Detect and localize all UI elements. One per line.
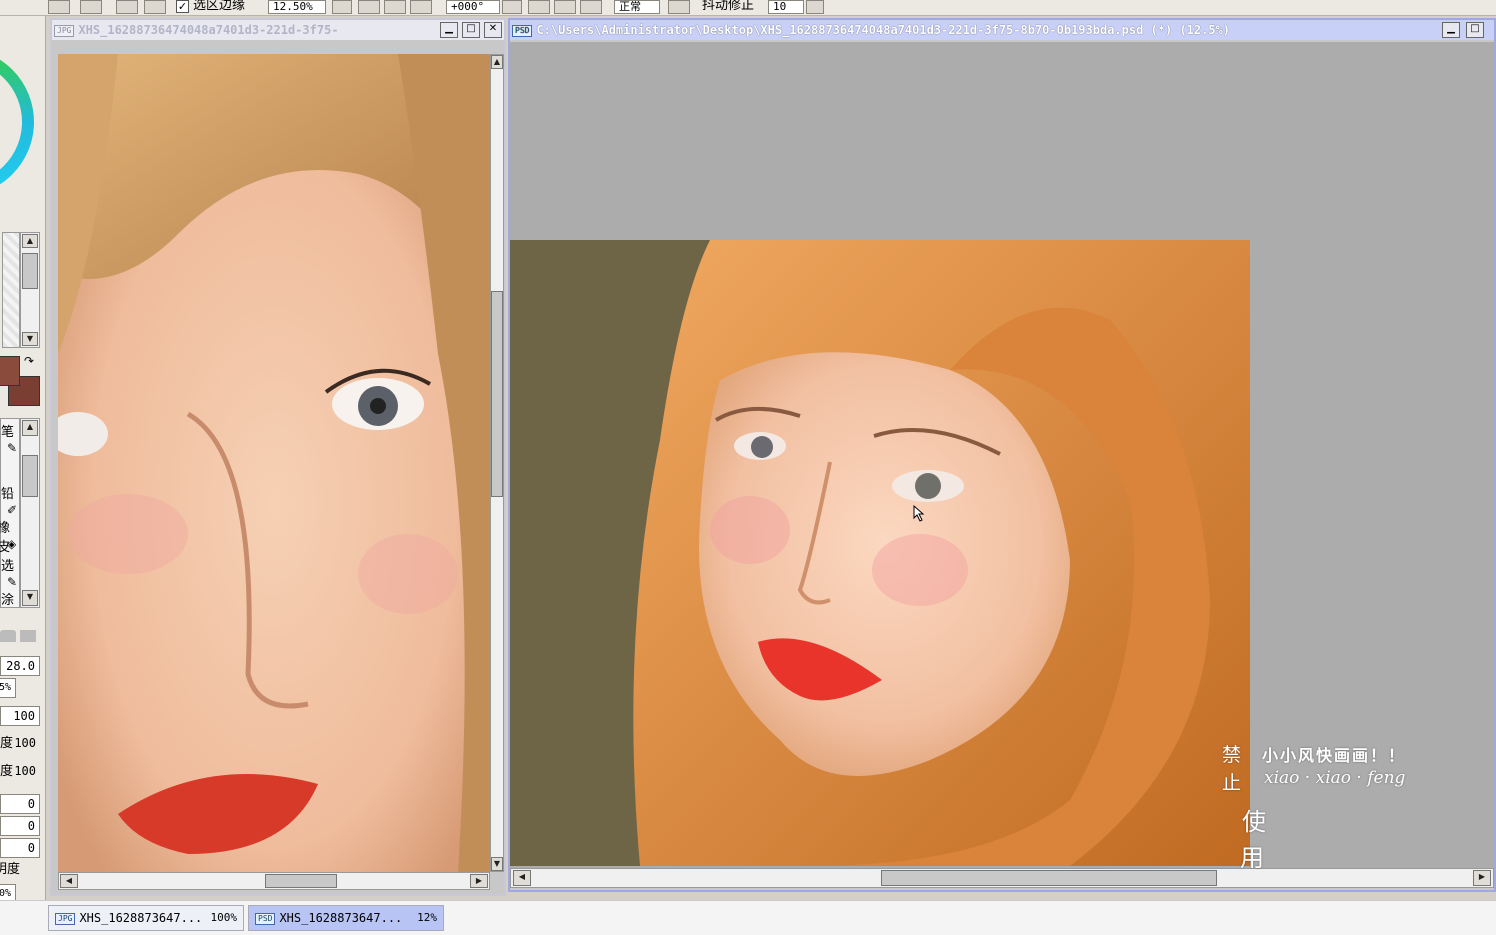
- jpg-badge: JPG: [54, 24, 75, 37]
- zoom-field[interactable]: 12.50%: [268, 0, 326, 14]
- mouse-cursor-icon: [913, 504, 925, 522]
- watermark-line-1: 小小风快画画！！: [1262, 746, 1407, 765]
- param-field-b[interactable]: 100: [10, 734, 40, 754]
- watermark-line-2: xiao · xiao · feng: [1264, 768, 1406, 788]
- rotation-dropdown-icon[interactable]: [502, 0, 522, 14]
- rotate-reset-button[interactable]: [580, 0, 602, 14]
- tool-list: 笔 铅 橡皮 选 涂 ✎ ✐ ◈ ✎: [0, 418, 20, 608]
- blur-icon[interactable]: ✎: [7, 575, 17, 589]
- document-window-reference: JPG XHS_16288736474048a7401d3-221d-3f75- …: [50, 18, 506, 896]
- watermark-char-4: 用: [1240, 844, 1264, 872]
- maximize-button[interactable]: □: [1466, 22, 1484, 38]
- zoom-in-button[interactable]: [384, 0, 406, 14]
- watermark-char-2: 止: [1222, 772, 1242, 794]
- value-field-a[interactable]: 0: [0, 794, 40, 814]
- invert-selection-button[interactable]: [144, 0, 166, 14]
- density-label: 明度: [0, 862, 21, 877]
- scroll-thumb[interactable]: [22, 455, 38, 497]
- rotate-left-button[interactable]: [528, 0, 550, 14]
- min-size-field[interactable]: 5%: [0, 678, 16, 698]
- window-titlebar[interactable]: PSD C:\Users\Administrator\Desktop\XHS_16…: [510, 20, 1494, 40]
- tool-label-1[interactable]: 铅: [1, 483, 14, 502]
- top-toolbar: ✓ 选区边缘 12.50% +000° 正常 抖动修正 10: [0, 0, 1496, 16]
- minimize-button[interactable]: ▁: [440, 22, 458, 38]
- scroll-left-icon[interactable]: ◀: [60, 874, 78, 888]
- flip-button[interactable]: [668, 0, 690, 14]
- tool-label-4[interactable]: 涂: [1, 589, 14, 608]
- tool-label-3[interactable]: 选: [1, 555, 14, 574]
- doc-tab-jpg[interactable]: JPG XHS_1628873647... 100%: [48, 905, 244, 931]
- pen-icon[interactable]: ✎: [7, 441, 17, 455]
- document-tabs-bar: JPG XHS_1628873647... 100% PSD XHS_1628873…: [0, 900, 1496, 935]
- swap-colors-icon[interactable]: ↷: [24, 354, 34, 368]
- scroll-thumb[interactable]: [491, 291, 503, 497]
- scroll-up-icon[interactable]: ▲: [22, 420, 38, 436]
- scroll-up-icon[interactable]: ▲: [22, 234, 38, 248]
- close-button[interactable]: ✕: [484, 22, 502, 38]
- rotate-right-button[interactable]: [554, 0, 576, 14]
- zoom-out-button[interactable]: [358, 0, 380, 14]
- rotation-field[interactable]: +000°: [446, 0, 500, 14]
- stabilizer-dropdown-icon[interactable]: [806, 0, 824, 14]
- window-title: XHS_16288736474048a7401d3-221d-3f75-: [78, 23, 339, 37]
- zoom-dropdown-icon[interactable]: [332, 0, 352, 14]
- psd-badge: PSD: [255, 912, 276, 925]
- scroll-down-icon[interactable]: ▼: [491, 857, 503, 871]
- doc-tab-name: XHS_1628873647...: [279, 911, 403, 925]
- density-field[interactable]: 100: [0, 706, 40, 726]
- redo-button[interactable]: [80, 0, 102, 14]
- swatch-area[interactable]: [2, 232, 20, 348]
- watermark-char-1: 禁: [1222, 744, 1242, 766]
- scroll-thumb[interactable]: [881, 870, 1217, 886]
- brush-size-field[interactable]: 28.0: [0, 656, 40, 676]
- horizontal-scrollbar[interactable]: ◀ ▶: [58, 872, 490, 890]
- bottom-percent-field[interactable]: 0%: [0, 884, 16, 900]
- scroll-down-icon[interactable]: ▼: [22, 590, 38, 606]
- color-wheel[interactable]: [0, 42, 36, 212]
- value-field-c[interactable]: 0: [0, 838, 40, 858]
- minimize-button[interactable]: ▁: [1442, 22, 1460, 38]
- horizontal-scrollbar[interactable]: ◀ ▶: [510, 868, 1494, 888]
- scroll-thumb[interactable]: [22, 253, 38, 289]
- stabilizer-field[interactable]: 10: [768, 0, 804, 14]
- brush-shape-round[interactable]: [0, 630, 16, 642]
- watermark-char-3: 使: [1242, 808, 1266, 836]
- stabilizer-label: 抖动修正: [702, 0, 755, 13]
- brush-icon[interactable]: ✐: [7, 503, 17, 517]
- brush-shape-square[interactable]: [20, 630, 36, 642]
- primary-color-swatch[interactable]: [0, 356, 20, 386]
- undo-button[interactable]: [48, 0, 70, 14]
- scroll-thumb[interactable]: [265, 874, 337, 888]
- swatch-scrollbar[interactable]: ▲ ▼: [20, 232, 40, 348]
- tool-scrollbar[interactable]: ▲ ▼: [20, 418, 40, 608]
- doc-tab-zoom: 100%: [210, 911, 238, 924]
- doc-tab-zoom: 12%: [417, 911, 437, 924]
- tool-panel: ▲ ▼ ↷ 笔 铅 橡皮 选 涂 ✎ ✐ ◈ ✎ ▲ ▼ 28.0 5% 100…: [0, 16, 46, 900]
- eraser-icon[interactable]: ◈: [7, 537, 16, 551]
- jpg-badge: JPG: [55, 912, 76, 925]
- selection-edge-checkbox[interactable]: ✓: [176, 0, 189, 13]
- deselect-button[interactable]: [116, 0, 138, 14]
- scroll-right-icon[interactable]: ▶: [470, 874, 488, 888]
- scroll-right-icon[interactable]: ▶: [1473, 870, 1491, 886]
- blend-mode-select[interactable]: 正常: [614, 0, 660, 14]
- maximize-button[interactable]: □: [462, 22, 480, 38]
- value-field-b[interactable]: 0: [0, 816, 40, 836]
- doc-tab-psd[interactable]: PSD XHS_1628873647... 12%: [248, 905, 444, 931]
- param-field-c[interactable]: 100: [10, 762, 40, 782]
- scroll-up-icon[interactable]: ▲: [491, 55, 503, 69]
- vertical-scrollbar[interactable]: ▲ ▼: [490, 54, 504, 872]
- window-titlebar[interactable]: JPG XHS_16288736474048a7401d3-221d-3f75-: [52, 20, 504, 40]
- painting-canvas[interactable]: [510, 240, 1250, 866]
- window-title: C:\Users\Administrator\Desktop\XHS_16288…: [536, 23, 1231, 37]
- selection-edge-label: 选区边缘: [193, 0, 246, 13]
- zoom-reset-button[interactable]: [410, 0, 432, 14]
- scroll-left-icon[interactable]: ◀: [513, 870, 531, 886]
- psd-badge: PSD: [512, 24, 533, 37]
- tool-label-0[interactable]: 笔: [1, 421, 14, 440]
- doc-tab-name: XHS_1628873647...: [79, 911, 203, 925]
- reference-canvas[interactable]: [58, 54, 490, 872]
- scroll-down-icon[interactable]: ▼: [22, 332, 38, 346]
